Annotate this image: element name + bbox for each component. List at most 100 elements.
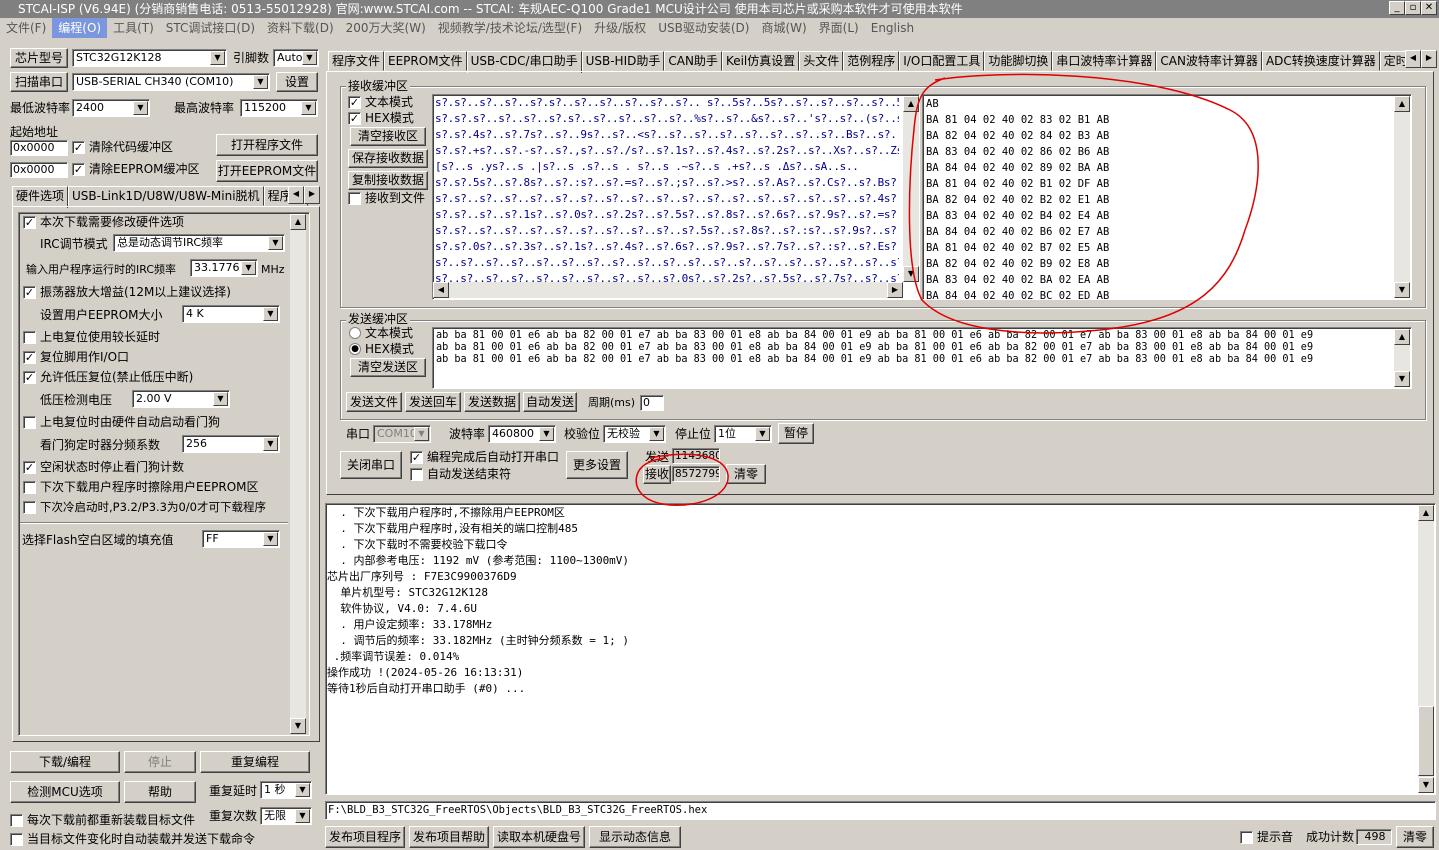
menu-program[interactable]: 编程(O) xyxy=(52,18,108,38)
read-disk-button[interactable]: 读取本机硬盘号 xyxy=(493,826,585,848)
erase-eeprom-checkbox[interactable] xyxy=(23,481,36,494)
publish-program-button[interactable]: 发布项目程序 xyxy=(325,826,405,848)
scroll-down-icon[interactable]: ▼ xyxy=(1418,777,1434,793)
tab-timer[interactable]: 定时 xyxy=(1379,51,1408,71)
code-addr-field[interactable]: 0x0000 xyxy=(10,140,68,156)
scroll-down-icon[interactable]: ▼ xyxy=(903,266,919,282)
p32-p33-checkbox[interactable] xyxy=(23,501,36,514)
eeprom-size-select[interactable]: 4 K ▼ xyxy=(182,305,280,323)
low-volt-select[interactable]: 2.00 V ▼ xyxy=(132,390,230,408)
max-baud-select[interactable]: 115200 ▼ xyxy=(240,99,318,117)
tab-hw-options[interactable]: 硬件选项 xyxy=(12,186,69,208)
tab-can-baud-calc[interactable]: CAN波特率计算器 xyxy=(1156,51,1262,71)
scroll-up-icon[interactable]: ▲ xyxy=(1394,329,1410,345)
eeprom-addr-field[interactable]: 0x0000 xyxy=(10,162,68,178)
log-output[interactable]: . 下次下载用户程序时,不擦除用户EEPROM区 . 下次下载用户程序时,没有相… xyxy=(325,503,1436,795)
stop-bits-select[interactable]: 1位 ▼ xyxy=(714,425,772,443)
download-button[interactable]: 下载/编程 xyxy=(10,751,120,773)
tab-baud-calc[interactable]: 串口波特率计算器 xyxy=(1052,51,1157,71)
recv-text-mode-checkbox[interactable]: ✓ xyxy=(348,96,361,109)
tab-usb-hid[interactable]: USB-HID助手 xyxy=(581,51,665,71)
port-select[interactable]: USB-SERIAL CH340 (COM10) ▼ xyxy=(72,73,270,91)
auto-reload-checkbox[interactable] xyxy=(10,833,23,846)
baud-select[interactable]: 460800 ▼ xyxy=(488,425,556,443)
menu-downloads[interactable]: 资料下载(D) xyxy=(261,18,340,38)
scan-port-button[interactable]: 扫描串口 xyxy=(10,72,68,92)
send-file-button[interactable]: 发送文件 xyxy=(346,392,402,412)
menu-english[interactable]: English xyxy=(865,18,920,38)
tab-usb-cdc-serial[interactable]: USB-CDC/串口助手 xyxy=(466,51,582,73)
send-text-mode-radio[interactable] xyxy=(349,327,361,339)
show-info-button[interactable]: 显示动态信息 xyxy=(589,826,681,848)
clear-count-button[interactable]: 清零 xyxy=(726,464,766,484)
tab-program-file[interactable]: 程序文件 xyxy=(328,51,385,71)
menu-file[interactable]: 文件(F) xyxy=(0,18,52,38)
tab-scroll-right-icon[interactable]: ▶ xyxy=(1421,50,1437,68)
scroll-up-icon[interactable]: ▲ xyxy=(1394,96,1410,112)
close-button[interactable]: ✕ xyxy=(1421,1,1437,15)
repeat-program-button[interactable]: 重复编程 xyxy=(200,751,310,773)
recv-hex-area[interactable]: AB BA 81 04 02 40 02 83 02 B1 AB BA 82 04 … xyxy=(922,94,1412,300)
com-port-select[interactable]: COM10 ▼ xyxy=(373,425,431,443)
menu-prize[interactable]: 200万大奖(W) xyxy=(340,18,432,38)
scroll-left-icon[interactable]: ◀ xyxy=(433,282,449,298)
tab-scroll-left-icon[interactable]: ◀ xyxy=(288,186,304,204)
recv-text-scrollbar[interactable] xyxy=(903,96,919,282)
auto-open-checkbox[interactable]: ✓ xyxy=(410,451,423,464)
scroll-up-icon[interactable]: ▲ xyxy=(903,96,919,112)
tab-pin-switch[interactable]: 功能脚切换 xyxy=(984,51,1053,71)
min-baud-select[interactable]: 2400 ▼ xyxy=(72,99,150,117)
tab-scroll-right-icon[interactable]: ▶ xyxy=(304,186,320,204)
save-recv-button[interactable]: 保存接收数据 xyxy=(348,149,428,168)
send-hex-mode-radio[interactable]: ● xyxy=(349,343,361,355)
period-field[interactable]: 0 xyxy=(640,395,664,411)
repeat-delay-select[interactable]: 1 秒 ▼ xyxy=(260,781,312,799)
stop-button[interactable]: 停止 xyxy=(124,751,196,773)
tab-examples[interactable]: 范例程序 xyxy=(843,51,900,71)
reload-checkbox[interactable] xyxy=(10,814,23,827)
flash-fill-select[interactable]: FF ▼ xyxy=(202,530,280,548)
pins-select[interactable]: Auto ▼ xyxy=(273,49,319,67)
tab-adc-calc[interactable]: ADC转换速度计算器 xyxy=(1261,51,1380,71)
irc-mode-select[interactable]: 总是动态调节IRC频率 ▼ xyxy=(113,234,285,252)
restore-button[interactable]: ▫ xyxy=(1405,1,1421,15)
open-eeprom-file-button[interactable]: 打开EEPROM文件 xyxy=(216,160,318,182)
auto-end-checkbox[interactable] xyxy=(410,468,423,481)
tab-usb-link[interactable]: USB-Link1D/U8W/U8W-Mini脱机 xyxy=(68,186,264,206)
more-settings-button[interactable]: 更多设置 xyxy=(566,451,628,479)
scroll-down-icon[interactable]: ▼ xyxy=(1394,282,1410,298)
clear-recv-button[interactable]: 清空接收区 xyxy=(350,127,426,146)
scroll-down-icon[interactable]: ▼ xyxy=(290,718,306,734)
modify-hw-checkbox[interactable]: ✓ xyxy=(23,216,36,229)
publish-help-button[interactable]: 发布项目帮助 xyxy=(409,826,489,848)
log-scroll-thumb[interactable] xyxy=(1418,706,1434,776)
recv-hex-mode-checkbox[interactable]: ✓ xyxy=(348,112,361,125)
clear-eeprom-checkbox[interactable]: ✓ xyxy=(72,163,85,176)
recv-to-file-checkbox[interactable] xyxy=(348,192,361,205)
osc-gain-checkbox[interactable]: ✓ xyxy=(23,286,36,299)
copy-recv-button[interactable]: 复制接收数据 xyxy=(348,171,428,190)
menu-usb-driver[interactable]: USB驱动安装(D) xyxy=(652,18,755,38)
scroll-down-icon[interactable]: ▼ xyxy=(1394,371,1410,387)
check-mcu-button[interactable]: 检测MCU选项 xyxy=(10,781,120,803)
idle-wdt-checkbox[interactable]: ✓ xyxy=(23,461,36,474)
menu-upgrade[interactable]: 升级/版权 xyxy=(588,18,652,38)
beep-checkbox[interactable] xyxy=(1240,831,1253,844)
scroll-right-icon[interactable]: ▶ xyxy=(887,282,903,298)
menu-debug[interactable]: STC调试接口(D) xyxy=(160,18,261,38)
help-button[interactable]: 帮助 xyxy=(124,781,196,803)
recv-hex-scrollbar[interactable] xyxy=(1394,96,1410,298)
send-data-button[interactable]: 发送数据 xyxy=(464,392,520,412)
menu-tools[interactable]: 工具(T) xyxy=(107,18,160,38)
repeat-count-select[interactable]: 无限 ▼ xyxy=(260,807,312,825)
irc-freq-select[interactable]: 33.1776 ▼ xyxy=(190,259,258,277)
parity-select[interactable]: 无校验 ▼ xyxy=(603,425,666,443)
menu-ui[interactable]: 界面(L) xyxy=(813,18,865,38)
menu-video[interactable]: 视频教学/技术论坛/选型(F) xyxy=(432,18,588,38)
tab-keil[interactable]: Keil仿真设置 xyxy=(721,51,800,71)
reset-io-checkbox[interactable]: ✓ xyxy=(23,351,36,364)
chip-model-select[interactable]: STC32G12K128 ▼ xyxy=(72,49,227,67)
tab-eeprom-file[interactable]: EEPROM文件 xyxy=(384,51,467,71)
hw-options-scrollbar[interactable] xyxy=(290,214,306,734)
wdt-auto-checkbox[interactable] xyxy=(23,416,36,429)
